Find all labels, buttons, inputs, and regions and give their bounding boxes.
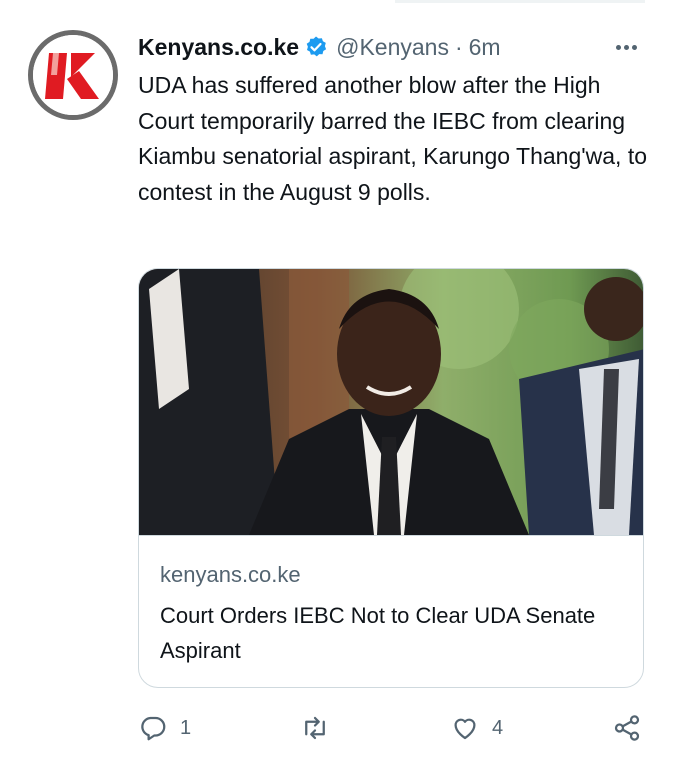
reply-icon bbox=[141, 716, 166, 741]
kenyans-logo-icon bbox=[33, 35, 113, 115]
like-icon bbox=[454, 718, 476, 740]
card-title: Court Orders IEBC Not to Clear UDA Senat… bbox=[160, 603, 596, 663]
like-button[interactable]: 4 bbox=[450, 708, 503, 748]
handle[interactable]: @Kenyans bbox=[336, 34, 449, 61]
card-image bbox=[139, 269, 643, 535]
action-bar: 1 4 bbox=[138, 708, 648, 748]
tweet-text: UDA has suffered another blow after the … bbox=[138, 72, 647, 205]
card-domain: kenyans.co.ke bbox=[160, 562, 301, 587]
avatar[interactable] bbox=[28, 30, 118, 120]
share-icon bbox=[614, 715, 640, 741]
reply-button[interactable]: 1 bbox=[138, 708, 191, 748]
more-icon bbox=[615, 44, 621, 50]
separator: · bbox=[454, 33, 463, 60]
card-info: kenyans.co.ke Court Orders IEBC Not to C… bbox=[139, 535, 643, 687]
tweet-header: Kenyans.co.ke @Kenyans · 6m bbox=[138, 30, 501, 64]
retweet-icon bbox=[305, 716, 325, 740]
verified-icon bbox=[306, 36, 327, 57]
reply-count: 1 bbox=[180, 716, 192, 739]
share-button[interactable] bbox=[612, 708, 642, 748]
timestamp[interactable]: 6m bbox=[469, 34, 501, 61]
like-count: 4 bbox=[492, 716, 504, 739]
link-card[interactable]: kenyans.co.ke Court Orders IEBC Not to C… bbox=[138, 268, 644, 688]
display-name[interactable]: Kenyans.co.ke bbox=[138, 34, 299, 61]
more-button[interactable] bbox=[608, 33, 644, 61]
retweet-button[interactable] bbox=[300, 708, 342, 748]
top-divider bbox=[395, 0, 645, 3]
